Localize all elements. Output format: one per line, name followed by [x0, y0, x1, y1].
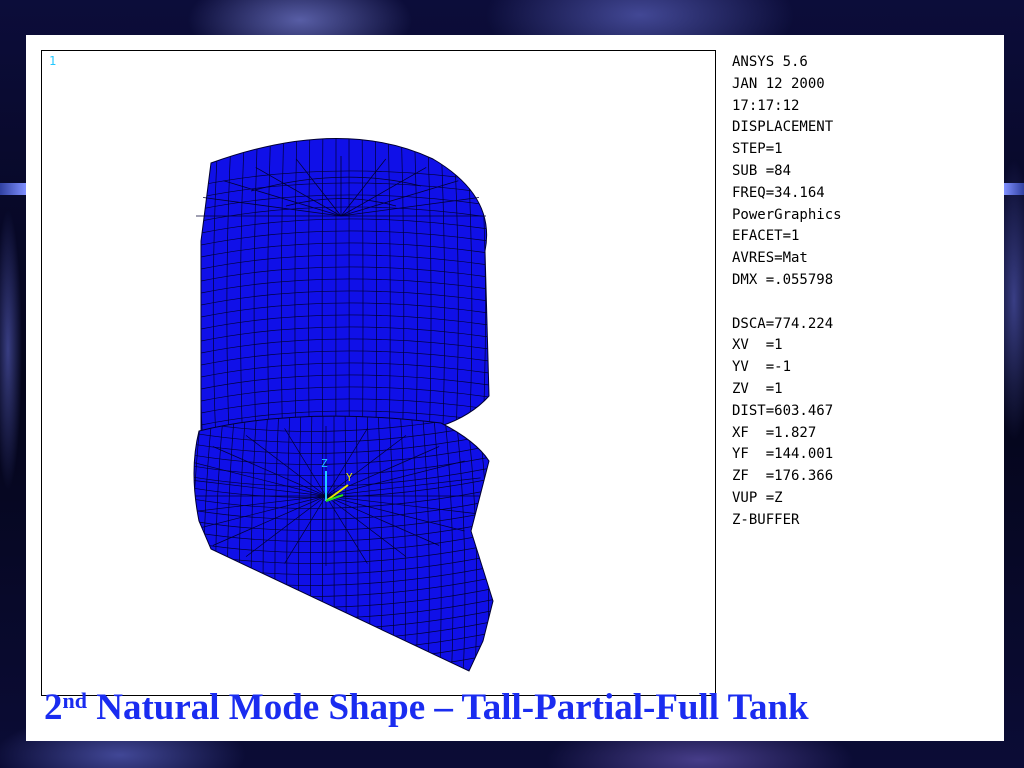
- graphics-viewport: 1 Z Y: [41, 50, 716, 696]
- title-ordinal-suffix: nd: [62, 688, 87, 713]
- ansys-info-panel: ANSYS 5.6 JAN 12 2000 17:17:12 DISPLACEMENT…: [732, 52, 992, 532]
- triad-z-label: Z: [321, 457, 328, 470]
- info-line: ANSYS 5.6: [732, 54, 808, 70]
- info-line: XF =1.827: [732, 424, 817, 441]
- info-line: PowerGraphics: [732, 206, 842, 223]
- info-line: AVRES=Mat: [732, 250, 808, 267]
- info-line: EFACET=1: [732, 228, 800, 245]
- info-line: FREQ=34.164: [732, 184, 825, 201]
- title-text: Natural Mode Shape – Tall-Partial-Full T…: [86, 687, 809, 728]
- info-line: Z-BUFFER: [732, 511, 800, 528]
- decorative-bar-right: [1004, 183, 1024, 195]
- info-block-header: ANSYS 5.6 JAN 12 2000 17:17:12 DISPLACEMENT…: [732, 52, 992, 292]
- info-line: SUB =84: [732, 162, 792, 179]
- info-line: 17:17:12: [732, 97, 800, 114]
- decorative-bar-left: [0, 183, 26, 195]
- info-line: ZV =1: [732, 380, 783, 397]
- info-block-view: DSCA=774.224 XV =1 YV =-1 ZV =1 DIST=603.467…: [732, 314, 992, 532]
- info-line: VUP =Z: [732, 489, 783, 506]
- tank-upper-shell: [200, 138, 490, 442]
- info-line: DMX =.055798: [732, 271, 834, 288]
- slide-title: 2nd Natural Mode Shape – Tall-Partial-Fu…: [44, 686, 1004, 729]
- info-line: DSCA=774.224: [732, 315, 834, 332]
- info-line: ZF =176.366: [732, 468, 834, 485]
- info-line: DISPLACEMENT: [732, 119, 834, 136]
- tank-mode-shape-model: Z Y: [193, 138, 494, 672]
- info-line: XV =1: [732, 337, 783, 354]
- info-line: YF =144.001: [732, 446, 834, 463]
- info-line: YV =-1: [732, 359, 792, 376]
- info-line: JAN 12 2000: [732, 75, 825, 92]
- info-line: DIST=603.467: [732, 402, 834, 419]
- triad-y-label: Y: [346, 471, 353, 484]
- info-line: STEP=1: [732, 141, 783, 158]
- title-number: 2: [44, 687, 63, 728]
